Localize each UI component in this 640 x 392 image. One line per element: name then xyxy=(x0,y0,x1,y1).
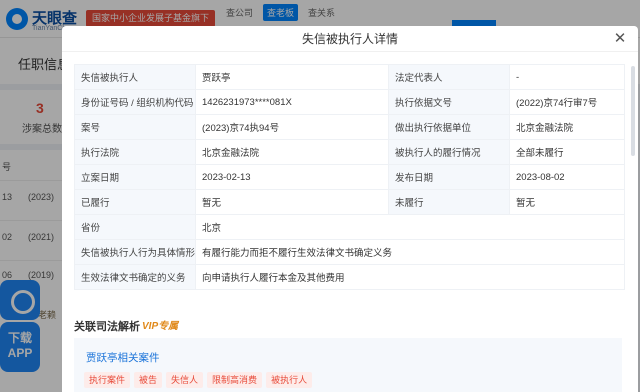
field-value: 暂无 xyxy=(509,189,625,215)
field-value: 北京金融法院 xyxy=(195,139,389,165)
field-value: 北京金融法院 xyxy=(509,114,625,140)
field-value: - xyxy=(509,64,625,90)
field-value: 有履行能力而拒不履行生效法律文书确定义务 xyxy=(195,239,625,265)
field-label: 发布日期 xyxy=(388,164,510,190)
tag-consumption-limit[interactable]: 限制高消费 xyxy=(207,372,263,388)
tag-execution-case[interactable]: 执行案件 xyxy=(84,372,131,388)
tag-dishonest[interactable]: 失信人 xyxy=(166,372,204,388)
field-value: 全部未履行 xyxy=(509,139,625,165)
field-value: 2023-08-02 xyxy=(509,164,625,190)
dishonest-person-detail-modal: 失信被执行人详情 ✕ 失信被执行人 贾跃亭 法定代表人 - 身份证号码 / 组织… xyxy=(62,26,638,392)
field-label: 已履行 xyxy=(74,189,196,215)
field-value: 北京 xyxy=(195,214,625,240)
related-cases-panel: 贾跃亭相关案件 执行案件 被告 失信人 限制高消费 被执行人 xyxy=(74,338,622,392)
field-label: 执行依据文号 xyxy=(388,89,510,115)
table-row: 失信被执行人行为具体情形 有履行能力而拒不履行生效法律文书确定义务 xyxy=(74,239,625,265)
detail-table: 失信被执行人 贾跃亭 法定代表人 - 身份证号码 / 组织机构代码 142623… xyxy=(74,64,625,290)
case-tags: 执行案件 被告 失信人 限制高消费 被执行人 xyxy=(84,372,313,388)
tag-executed-person[interactable]: 被执行人 xyxy=(266,372,313,388)
table-row: 已履行 暂无 未履行 暂无 xyxy=(74,189,625,215)
field-value: 向申请执行人履行本金及其他费用 xyxy=(195,264,625,290)
field-value: (2023)京74执94号 xyxy=(195,114,389,140)
table-row: 身份证号码 / 组织机构代码 1426231973****081X 执行依据文号… xyxy=(74,89,625,115)
related-cases-link[interactable]: 贾跃亭相关案件 xyxy=(86,350,160,365)
field-label: 法定代表人 xyxy=(388,64,510,90)
field-value: 暂无 xyxy=(195,189,389,215)
field-value: 1426231973****081X xyxy=(195,89,389,115)
table-row: 执行法院 北京金融法院 被执行人的履行情况 全部未履行 xyxy=(74,139,625,165)
table-row: 案号 (2023)京74执94号 做出执行依据单位 北京金融法院 xyxy=(74,114,625,140)
field-label: 被执行人的履行情况 xyxy=(388,139,510,165)
field-label: 执行法院 xyxy=(74,139,196,165)
tag-defendant[interactable]: 被告 xyxy=(134,372,163,388)
modal-title: 失信被执行人详情 xyxy=(62,26,638,52)
field-label: 未履行 xyxy=(388,189,510,215)
field-value: (2022)京74行审7号 xyxy=(509,89,625,115)
related-judicial-title: 关联司法解析 xyxy=(74,321,140,333)
table-row: 立案日期 2023-02-13 发布日期 2023-08-02 xyxy=(74,164,625,190)
vip-badge: VIP专属 xyxy=(142,321,179,332)
table-row: 生效法律文书确定的义务 向申请执行人履行本金及其他费用 xyxy=(74,264,625,290)
field-label: 做出执行依据单位 xyxy=(388,114,510,140)
field-value: 贾跃亭 xyxy=(195,64,389,90)
field-label: 案号 xyxy=(74,114,196,140)
field-label: 立案日期 xyxy=(74,164,196,190)
field-label: 生效法律文书确定的义务 xyxy=(74,264,196,290)
table-row: 省份 北京 xyxy=(74,214,625,240)
field-label: 失信被执行人行为具体情形 xyxy=(74,239,196,265)
field-label: 身份证号码 / 组织机构代码 xyxy=(74,89,196,115)
field-label: 失信被执行人 xyxy=(74,64,196,90)
field-label: 省份 xyxy=(74,214,196,240)
table-row: 失信被执行人 贾跃亭 法定代表人 - xyxy=(74,64,625,90)
field-value: 2023-02-13 xyxy=(195,164,389,190)
modal-scrollbar[interactable] xyxy=(631,66,635,156)
close-icon[interactable]: ✕ xyxy=(612,31,628,47)
